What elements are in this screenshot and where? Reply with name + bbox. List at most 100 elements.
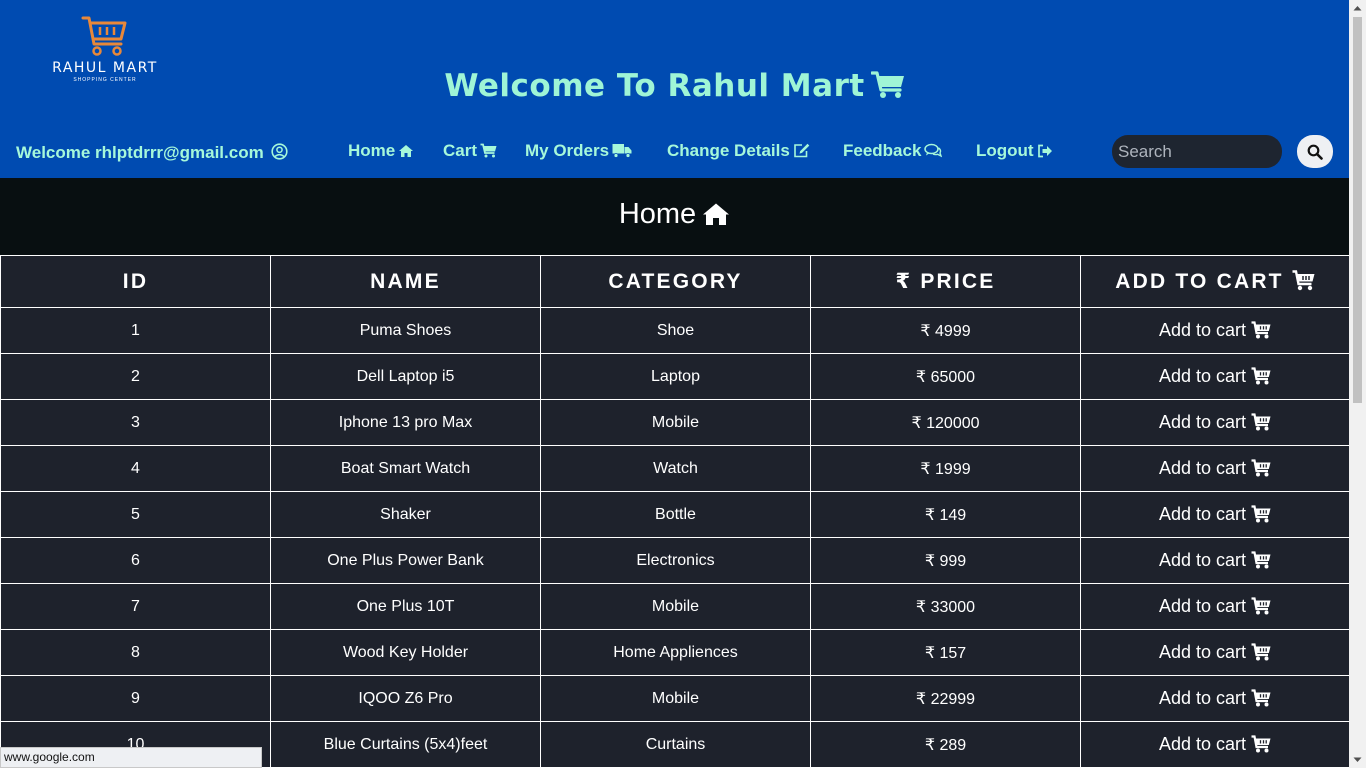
cell-name: IQOO Z6 Pro [270, 675, 541, 722]
products-table-wrap: ID NAME CATEGORY ₹ PRICE ADD TO CART 1 Pu… [0, 255, 1349, 768]
cell-price-value: 33000 [930, 598, 976, 616]
nav-home-label: Home [348, 141, 396, 160]
cell-id: 4 [0, 445, 271, 492]
cell-price: ₹ 289 [810, 721, 1081, 768]
add-to-cart-button[interactable]: Add to cart [1080, 721, 1349, 768]
nav-cart[interactable]: Cart [443, 141, 497, 161]
cell-category: Mobile [540, 583, 811, 630]
cell-price: ₹ 149 [810, 491, 1081, 538]
shopping-cart-logo-icon [81, 16, 127, 56]
nav-feedback-label: Feedback [843, 141, 922, 160]
home-banner: Home [0, 178, 1349, 255]
cart-icon [1292, 269, 1315, 290]
nav-logout[interactable]: Logout [976, 141, 1053, 161]
cell-price-value: 120000 [926, 414, 980, 432]
rupee-icon: ₹ [915, 598, 927, 616]
add-to-cart-label: Add to cart [1158, 320, 1247, 340]
add-to-cart-button[interactable]: Add to cart [1080, 629, 1349, 676]
cart-icon [1251, 413, 1271, 431]
cell-price: ₹ 999 [810, 537, 1081, 584]
nav-my-orders-label: My Orders [525, 141, 610, 160]
add-to-cart-label: Add to cart [1158, 596, 1247, 616]
add-to-cart-button[interactable]: Add to cart [1080, 675, 1349, 722]
user-welcome[interactable]: Welcome rhlptdrrr@gmail.com [16, 143, 289, 163]
table-row: 2 Dell Laptop i5 Laptop ₹ 65000 Add to cart [0, 353, 1349, 400]
products-table: ID NAME CATEGORY ₹ PRICE ADD TO CART 1 Pu… [0, 255, 1349, 768]
cell-category: Electronics [540, 537, 811, 584]
cell-price-value: 999 [939, 552, 967, 570]
scroll-thumb[interactable] [1353, 17, 1362, 403]
nav-logout-label: Logout [976, 141, 1034, 160]
add-to-cart-button[interactable]: Add to cart [1080, 445, 1349, 492]
search-input[interactable] [1112, 135, 1282, 168]
table-row: 7 One Plus 10T Mobile ₹ 33000 Add to cart [0, 583, 1349, 630]
cell-price-value: 4999 [935, 322, 971, 340]
add-to-cart-label: Add to cart [1158, 458, 1247, 478]
nav-feedback[interactable]: Feedback [843, 141, 943, 161]
cart-icon [1251, 597, 1271, 615]
home-icon [399, 145, 414, 157]
search-icon [1307, 144, 1323, 160]
products-table-body: 1 Puma Shoes Shoe ₹ 4999 Add to cart 2 Dell L… [0, 307, 1349, 768]
add-to-cart-label: Add to cart [1158, 688, 1247, 708]
rupee-icon: ₹ [920, 460, 931, 478]
cell-id: 3 [0, 399, 271, 446]
cell-id: 6 [0, 537, 271, 584]
site-header: RAHUL MART SHOPPING CENTER Welcome To Ra… [0, 0, 1349, 178]
main-navbar: Welcome rhlptdrrr@gmail.com Home Cart My… [0, 133, 1349, 173]
rupee-icon: ₹ [915, 368, 927, 386]
add-to-cart-button[interactable]: Add to cart [1080, 537, 1349, 584]
cell-category: Laptop [540, 353, 811, 400]
user-welcome-text: Welcome rhlptdrrr@gmail.com [16, 143, 264, 162]
cart-icon [1251, 459, 1271, 477]
cell-price: ₹ 33000 [810, 583, 1081, 630]
status-bar-url: www.google.com [0, 747, 262, 768]
add-to-cart-label: Add to cart [1158, 366, 1247, 386]
add-to-cart-button[interactable]: Add to cart [1080, 353, 1349, 400]
add-to-cart-button[interactable]: Add to cart [1080, 307, 1349, 354]
cell-category: Mobile [540, 399, 811, 446]
cell-name: Dell Laptop i5 [270, 353, 541, 400]
rupee-icon: ₹ [911, 414, 922, 432]
scroll-up-arrow-icon[interactable] [1349, 0, 1366, 17]
scroll-down-arrow-icon[interactable] [1349, 751, 1366, 768]
cell-price: ₹ 22999 [810, 675, 1081, 722]
cell-name: One Plus Power Bank [270, 537, 541, 584]
cell-category: Home Appliences [540, 629, 811, 676]
nav-home[interactable]: Home [348, 141, 414, 161]
rupee-icon: ₹ [924, 552, 936, 570]
add-to-cart-button[interactable]: Add to cart [1080, 399, 1349, 446]
cart-icon [1251, 367, 1271, 385]
site-title: Welcome To Rahul Mart [0, 68, 1349, 104]
add-to-cart-label: Add to cart [1158, 550, 1247, 570]
nav-my-orders[interactable]: My Orders [525, 141, 632, 161]
site-title-text: Welcome To Rahul Mart [444, 68, 865, 104]
cell-name: One Plus 10T [270, 583, 541, 630]
page-title-text: Home [618, 198, 697, 230]
add-to-cart-label: Add to cart [1158, 412, 1247, 432]
cell-price: ₹ 4999 [810, 307, 1081, 354]
search-button[interactable] [1297, 135, 1333, 168]
comments-icon [924, 143, 943, 158]
add-to-cart-label: Add to cart [1158, 642, 1247, 662]
cart-icon [480, 143, 497, 158]
cell-price-value: 1999 [935, 460, 971, 478]
table-row: 1 Puma Shoes Shoe ₹ 4999 Add to cart [0, 307, 1349, 354]
rupee-icon: ₹ [915, 690, 927, 708]
cart-icon [1251, 689, 1271, 707]
edit-icon [794, 143, 810, 158]
header-price-text: PRICE [920, 270, 996, 293]
cell-id: 2 [0, 353, 271, 400]
nav-change-details[interactable]: Change Details [667, 141, 810, 161]
table-row: 5 Shaker Bottle ₹ 149 Add to cart [0, 491, 1349, 538]
table-row: 6 One Plus Power Bank Electronics ₹ 999 Add … [0, 537, 1349, 584]
vertical-scrollbar[interactable] [1349, 0, 1366, 768]
table-row: 9 IQOO Z6 Pro Mobile ₹ 22999 Add to cart [0, 675, 1349, 722]
page: RAHUL MART SHOPPING CENTER Welcome To Ra… [0, 0, 1349, 768]
add-to-cart-button[interactable]: Add to cart [1080, 583, 1349, 630]
cell-id: 5 [0, 491, 271, 538]
sign-out-icon [1037, 144, 1052, 158]
cart-icon [1251, 735, 1271, 753]
add-to-cart-button[interactable]: Add to cart [1080, 491, 1349, 538]
table-header-row: ID NAME CATEGORY ₹ PRICE ADD TO CART [0, 255, 1349, 308]
